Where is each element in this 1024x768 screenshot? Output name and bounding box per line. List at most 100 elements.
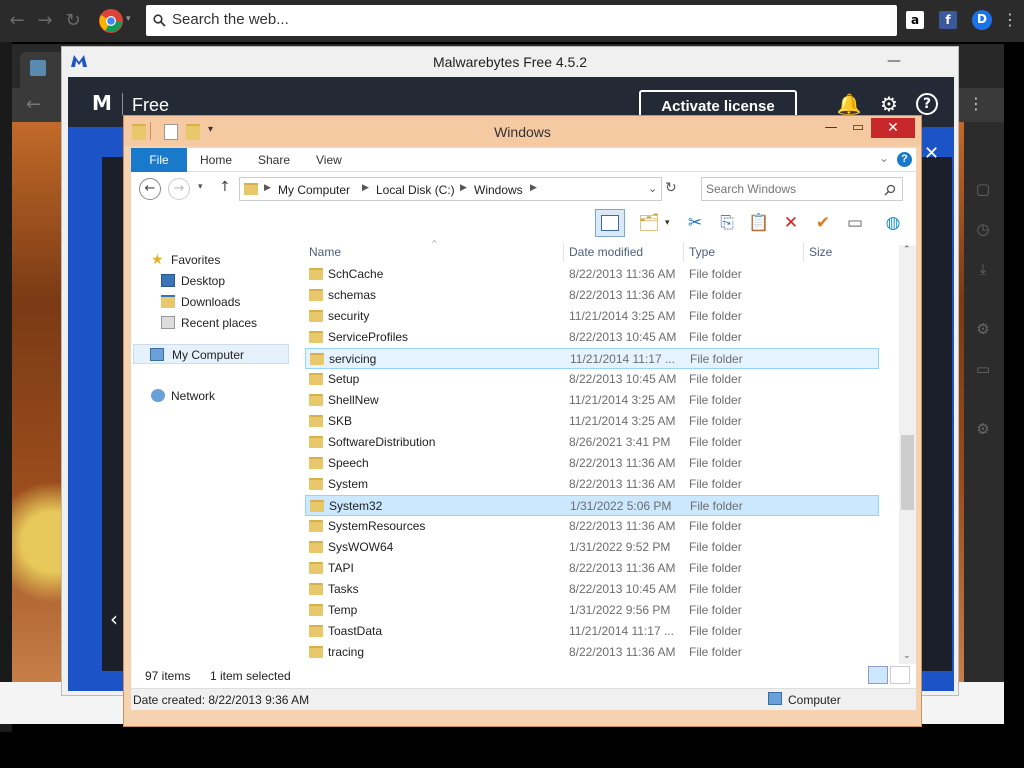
background-back-icon[interactable]: ←: [26, 94, 41, 115]
up-icon[interactable]: ↑: [219, 179, 231, 195]
search-windows-input[interactable]: [706, 181, 876, 197]
table-row[interactable]: Setup 8/22/2013 10:45 AM File folder: [305, 369, 879, 390]
carousel-prev-icon[interactable]: ‹: [110, 607, 118, 631]
vertical-scrollbar[interactable]: ⌃ ⌄: [899, 245, 916, 665]
row-date-modified: 11/21/2014 11:17 ...: [569, 624, 674, 638]
explorer-maximize-button[interactable]: ▭: [843, 119, 873, 137]
table-row[interactable]: System32 1/31/2022 5:06 PM File folder: [305, 495, 879, 516]
copy-icon[interactable]: ⎘: [715, 211, 739, 235]
table-row[interactable]: ShellNew 11/21/2014 3:25 AM File folder: [305, 390, 879, 411]
folder-icon: [309, 436, 323, 448]
column-header-type[interactable]: Type: [689, 245, 715, 259]
table-row[interactable]: servicing 11/21/2014 11:17 ... File folder: [305, 348, 879, 369]
table-row[interactable]: Temp 1/31/2022 9:56 PM File folder: [305, 600, 879, 621]
table-row[interactable]: Speech 8/22/2013 11:36 AM File folder: [305, 453, 879, 474]
breadcrumb-my-computer[interactable]: My Computer: [278, 183, 350, 197]
table-row[interactable]: SKB 11/21/2014 3:25 AM File folder: [305, 411, 879, 432]
rename-icon[interactable]: ▭: [843, 211, 867, 235]
column-divider[interactable]: [563, 242, 564, 262]
breadcrumb-windows[interactable]: Windows: [474, 183, 523, 197]
tab-share[interactable]: Share: [258, 153, 290, 167]
table-row[interactable]: security 11/21/2014 3:25 AM File folder: [305, 306, 879, 327]
table-row[interactable]: SchCache 8/22/2013 11:36 AM File folder: [305, 264, 879, 285]
row-type: File folder: [689, 288, 742, 302]
explorer-forward-icon[interactable]: →: [168, 178, 190, 200]
column-header-size[interactable]: Size: [809, 245, 832, 259]
address-bar[interactable]: ▶ My Computer ▶ Local Disk (C:) ▶ Window…: [239, 177, 662, 201]
scroll-up-icon[interactable]: ⌃: [903, 245, 911, 255]
large-icons-view-button[interactable]: [890, 666, 910, 684]
breadcrumb-local-disk[interactable]: Local Disk (C:): [376, 183, 455, 197]
back-icon[interactable]: ←: [6, 10, 28, 32]
search-icon[interactable]: [884, 184, 896, 196]
table-row[interactable]: SystemResources 8/22/2013 11:36 AM File fo…: [305, 516, 879, 537]
tab-file[interactable]: File: [131, 148, 187, 172]
table-row[interactable]: ServiceProfiles 8/22/2013 10:45 AM File fo…: [305, 327, 879, 348]
explorer-back-icon[interactable]: ←: [139, 178, 161, 200]
delete-icon[interactable]: ✕: [779, 211, 803, 235]
table-row[interactable]: SoftwareDistribution 8/26/2021 3:41 PM Fil…: [305, 432, 879, 453]
scroll-down-icon[interactable]: ⌄: [903, 651, 911, 661]
chrome-menu-icon[interactable]: ⋮: [1002, 10, 1018, 29]
explorer-close-button[interactable]: ✕: [871, 118, 915, 138]
row-name: Setup: [328, 372, 360, 386]
chrome-menu-chevron-icon[interactable]: ▾: [126, 14, 131, 24]
column-header-name[interactable]: Name: [309, 245, 341, 259]
row-date-modified: 8/22/2013 10:45 AM: [569, 582, 677, 596]
table-row[interactable]: TAPI 8/22/2013 11:36 AM File folder: [305, 558, 879, 579]
cut-icon[interactable]: ✂: [683, 211, 707, 235]
table-row[interactable]: ToastData 11/21/2014 11:17 ... File folder: [305, 621, 879, 642]
details-view-button[interactable]: [868, 666, 888, 684]
amazon-extension-icon[interactable]: a: [906, 11, 924, 29]
search-windows-field[interactable]: [701, 177, 903, 201]
malwarebytes-title: Malwarebytes Free 4.5.2: [432, 54, 588, 70]
recent-locations-icon[interactable]: ▾: [198, 182, 203, 192]
bell-icon[interactable]: 🔔: [836, 91, 862, 117]
background-menu-icon[interactable]: ⋮: [968, 94, 984, 113]
nav-desktop-label: Desktop: [181, 274, 226, 288]
column-divider[interactable]: [683, 242, 684, 262]
table-row[interactable]: Tasks 8/22/2013 10:45 AM File folder: [305, 579, 879, 600]
row-type: File folder: [689, 603, 742, 617]
profile-extension-icon[interactable]: D: [972, 10, 992, 30]
close-icon[interactable]: ✕: [924, 143, 939, 164]
tab-view[interactable]: View: [316, 153, 342, 167]
help-icon[interactable]: ?: [897, 152, 912, 167]
tab-home[interactable]: Home: [200, 153, 232, 167]
address-dropdown-icon[interactable]: ⌄: [648, 182, 657, 195]
expand-ribbon-icon[interactable]: ⌄: [879, 151, 889, 165]
folder-icon: [309, 625, 323, 637]
recent-places-icon: [161, 316, 175, 329]
facebook-extension-icon[interactable]: f: [939, 11, 957, 29]
globe-icon[interactable]: ◍: [881, 211, 905, 235]
select-dropdown-icon[interactable]: ▾: [665, 218, 670, 228]
chrome-logo-icon[interactable]: [98, 8, 124, 34]
header-divider: [122, 93, 123, 115]
table-row[interactable]: SysWOW64 1/31/2022 9:52 PM File folder: [305, 537, 879, 558]
select-folder-icon[interactable]: 🗂: [637, 211, 661, 235]
reload-icon[interactable]: ↻: [62, 10, 84, 32]
row-name: tracing: [328, 645, 365, 659]
column-divider[interactable]: [803, 242, 804, 262]
row-type: File folder: [689, 582, 742, 596]
table-row[interactable]: System 8/22/2013 11:36 AM File folder: [305, 474, 879, 495]
preview-pane-icon[interactable]: [595, 209, 625, 237]
omnibox[interactable]: Search the web...: [146, 5, 897, 36]
row-type: File folder: [689, 435, 742, 449]
forward-icon[interactable]: →: [34, 10, 56, 32]
help-circle-icon[interactable]: ?: [916, 93, 938, 115]
explorer-minimize-button[interactable]: —: [816, 119, 846, 137]
refresh-icon[interactable]: ↻: [665, 180, 677, 196]
column-header-date-modified[interactable]: Date modified: [569, 245, 643, 259]
checkmark-icon[interactable]: ✔: [811, 211, 835, 235]
nav-my-computer[interactable]: My Computer: [133, 344, 289, 364]
table-row[interactable]: tracing 8/22/2013 11:36 AM File folder: [305, 642, 879, 663]
table-row[interactable]: schemas 8/22/2013 11:36 AM File folder: [305, 285, 879, 306]
gear-icon[interactable]: ⚙: [876, 91, 902, 117]
paste-icon[interactable]: 📋: [747, 211, 771, 235]
malwarebytes-logo: M: [92, 91, 112, 115]
computer-icon: [768, 692, 782, 705]
row-type: File folder: [689, 393, 742, 407]
row-name: SysWOW64: [328, 540, 394, 554]
scrollbar-thumb[interactable]: [901, 435, 914, 510]
